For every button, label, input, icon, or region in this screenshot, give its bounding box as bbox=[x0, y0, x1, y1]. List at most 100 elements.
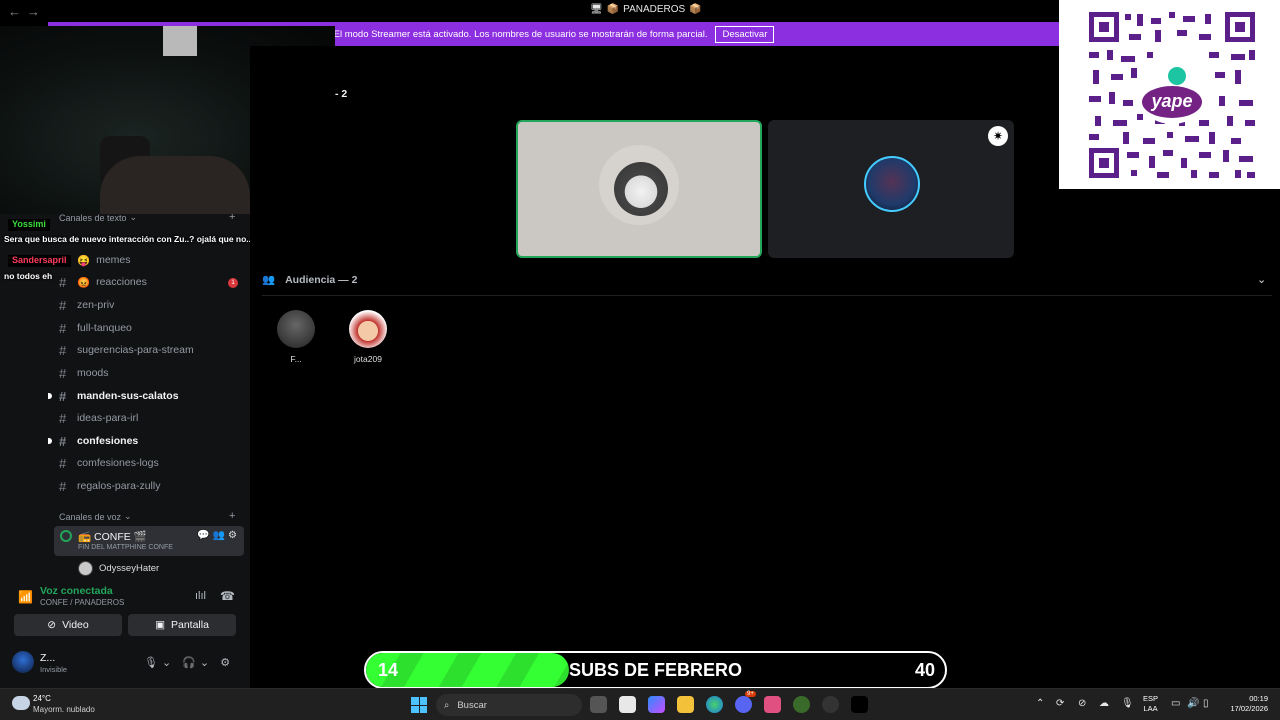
voice-member-name: OdysseyHater bbox=[99, 563, 160, 574]
battery-icon[interactable]: ▯ bbox=[1203, 698, 1209, 709]
discord-icon[interactable] bbox=[735, 696, 752, 713]
audience-label: Audiencia — 2 bbox=[285, 273, 358, 286]
channel-label: full-tanqueo bbox=[77, 322, 132, 334]
copilot-icon[interactable] bbox=[648, 696, 665, 713]
system-clock[interactable]: 00:19 17/02/2026 bbox=[1224, 694, 1268, 714]
voice-channel-confe[interactable]: 📻 CONFE 🎬 FIN DEL MATTPHINE CONFE 💬👥⚙ bbox=[54, 526, 244, 556]
voice-status[interactable]: Voz conectada bbox=[40, 585, 113, 597]
channel-regalos-para-zully[interactable]: # regalos-para-zully bbox=[59, 476, 160, 496]
channel-zen-priv[interactable]: # zen-priv bbox=[59, 295, 114, 315]
hash-icon: # bbox=[59, 320, 67, 336]
video-label: Video bbox=[62, 619, 89, 631]
channel-ideas-para-irl[interactable]: # ideas-para-irl bbox=[59, 408, 138, 428]
channel-manden-sus-calatos[interactable]: # manden-sus-calatos bbox=[59, 386, 179, 406]
chat-username: Yossimi bbox=[8, 219, 50, 231]
audience-member[interactable]: F... bbox=[266, 310, 326, 364]
voice-location[interactable]: CONFE / PANADEROS bbox=[40, 598, 124, 607]
chevron-down-icon: ⌄ bbox=[124, 511, 132, 521]
tiktok-icon[interactable] bbox=[851, 696, 868, 713]
voice-channel-tools[interactable]: 💬👥⚙ bbox=[197, 530, 240, 541]
add-channel-icon[interactable]: + bbox=[229, 510, 235, 522]
monitor-icon[interactable]: ▭ bbox=[1171, 698, 1180, 709]
paint-icon[interactable] bbox=[764, 696, 781, 713]
discord-badge: 9+ bbox=[745, 691, 756, 697]
chat-username: Sandersapril bbox=[8, 255, 71, 267]
sync-icon[interactable]: ⟳ bbox=[1056, 698, 1064, 709]
taskbar-search[interactable]: ⌕ Buscar bbox=[436, 694, 582, 716]
category-label: Canales de voz bbox=[59, 511, 122, 522]
hash-icon: # bbox=[59, 365, 67, 381]
channel-label: zen-priv bbox=[77, 299, 115, 311]
hash-icon: # bbox=[59, 410, 67, 426]
file-explorer-icon[interactable] bbox=[677, 696, 694, 713]
screen-share-button[interactable]: ▣ Pantalla bbox=[128, 614, 236, 636]
voice-channels-category[interactable]: Canales de voz ⌄ bbox=[59, 511, 132, 522]
onedrive-icon[interactable]: ☁ bbox=[1099, 698, 1109, 709]
package-icon: 📦 bbox=[606, 4, 620, 15]
avatar bbox=[277, 310, 315, 348]
clock-time: 00:19 bbox=[1249, 694, 1268, 703]
channel-full-tanqueo[interactable]: # full-tanqueo bbox=[59, 318, 132, 338]
speaker-avatar bbox=[614, 162, 668, 216]
keyboard-layout: LAA bbox=[1143, 704, 1158, 713]
speaker-tile-active[interactable] bbox=[516, 120, 762, 258]
channel-comfesiones-logs[interactable]: # comfesiones-logs bbox=[59, 453, 159, 473]
user-status: Invisible bbox=[40, 665, 68, 674]
hash-icon: # bbox=[59, 297, 67, 313]
speaker-tile[interactable]: ✷ bbox=[768, 120, 1014, 258]
hash-icon: # bbox=[59, 455, 67, 471]
goal-target: 40 bbox=[914, 660, 935, 680]
speaker-avatar bbox=[864, 156, 920, 212]
screen-share-icon: ▣ bbox=[155, 619, 165, 631]
screen-label: Pantalla bbox=[170, 619, 209, 631]
chevron-down-icon[interactable]: ⌄ bbox=[1257, 273, 1266, 286]
network-off-icon[interactable]: ⊘ bbox=[1078, 698, 1086, 709]
clock-date: 17/02/2026 bbox=[1230, 704, 1268, 713]
xbox-icon[interactable] bbox=[793, 696, 810, 713]
video-button[interactable]: ⊘ Video bbox=[14, 614, 122, 636]
channel-label: comfesiones-logs bbox=[77, 457, 159, 469]
user-avatar[interactable] bbox=[12, 651, 34, 673]
chevron-up-icon[interactable]: ⌃ bbox=[1036, 698, 1044, 709]
user-name[interactable]: Z... bbox=[40, 652, 55, 664]
speaker-count: - 2 bbox=[335, 88, 348, 100]
channel-moods[interactable]: # moods bbox=[59, 363, 109, 383]
weather-condition[interactable]: Mayorm. nublado bbox=[33, 705, 95, 714]
stage-icon bbox=[60, 530, 72, 542]
volume-icon[interactable]: 🔊 bbox=[1187, 698, 1199, 709]
yape-qr-code: yape bbox=[1059, 0, 1280, 189]
task-view-icon[interactable] bbox=[590, 696, 607, 713]
back-forward-nav[interactable]: ←→ bbox=[8, 4, 46, 19]
banner-text: El modo Streamer está activado. Los nomb… bbox=[333, 28, 708, 40]
channel-sugerencias-para-stream[interactable]: # sugerencias-para-stream bbox=[59, 340, 194, 360]
channel-label: sugerencias-para-stream bbox=[77, 344, 194, 356]
channel-label: confesiones bbox=[77, 435, 139, 447]
audience-member[interactable]: jota209 bbox=[338, 310, 398, 364]
mic-icon[interactable]: 🎙 bbox=[1121, 698, 1134, 709]
chat-message: no todos eh bbox=[4, 271, 53, 281]
channel-label: regalos-para-zully bbox=[77, 480, 161, 492]
obs-icon[interactable] bbox=[822, 696, 839, 713]
voice-channel-label: CONFE bbox=[94, 531, 131, 543]
divider bbox=[262, 295, 1272, 296]
channel-label: moods bbox=[77, 367, 109, 379]
settings-icon[interactable]: ✷ bbox=[988, 126, 1008, 146]
hash-icon: # bbox=[59, 388, 67, 404]
weather-temp[interactable]: 24°C bbox=[33, 694, 51, 703]
yape-logo-text: yape bbox=[1150, 91, 1192, 111]
deactivate-streamer-button[interactable]: Desactivar bbox=[715, 25, 775, 43]
disconnect-icon[interactable]: ☎ bbox=[220, 589, 235, 603]
husky-avatar-image bbox=[614, 162, 668, 216]
user-controls[interactable]: 🎙⌄ 🎧⌄ ⚙ bbox=[144, 656, 234, 669]
language-indicator[interactable]: ESP LAA bbox=[1143, 694, 1158, 714]
cloud-icon[interactable] bbox=[12, 696, 30, 710]
store-icon[interactable] bbox=[619, 696, 636, 713]
member-name: F... bbox=[290, 354, 302, 364]
edge-icon[interactable] bbox=[706, 696, 723, 713]
noise-suppression-icon[interactable]: ılıl bbox=[195, 590, 206, 602]
search-icon: ⌕ bbox=[444, 699, 450, 711]
voice-member[interactable]: OdysseyHater bbox=[78, 561, 159, 576]
channel-confesiones[interactable]: # confesiones bbox=[59, 431, 138, 451]
windows-start-icon[interactable] bbox=[411, 697, 427, 713]
goal-label: SUBS DE FEBRERO bbox=[568, 660, 743, 680]
